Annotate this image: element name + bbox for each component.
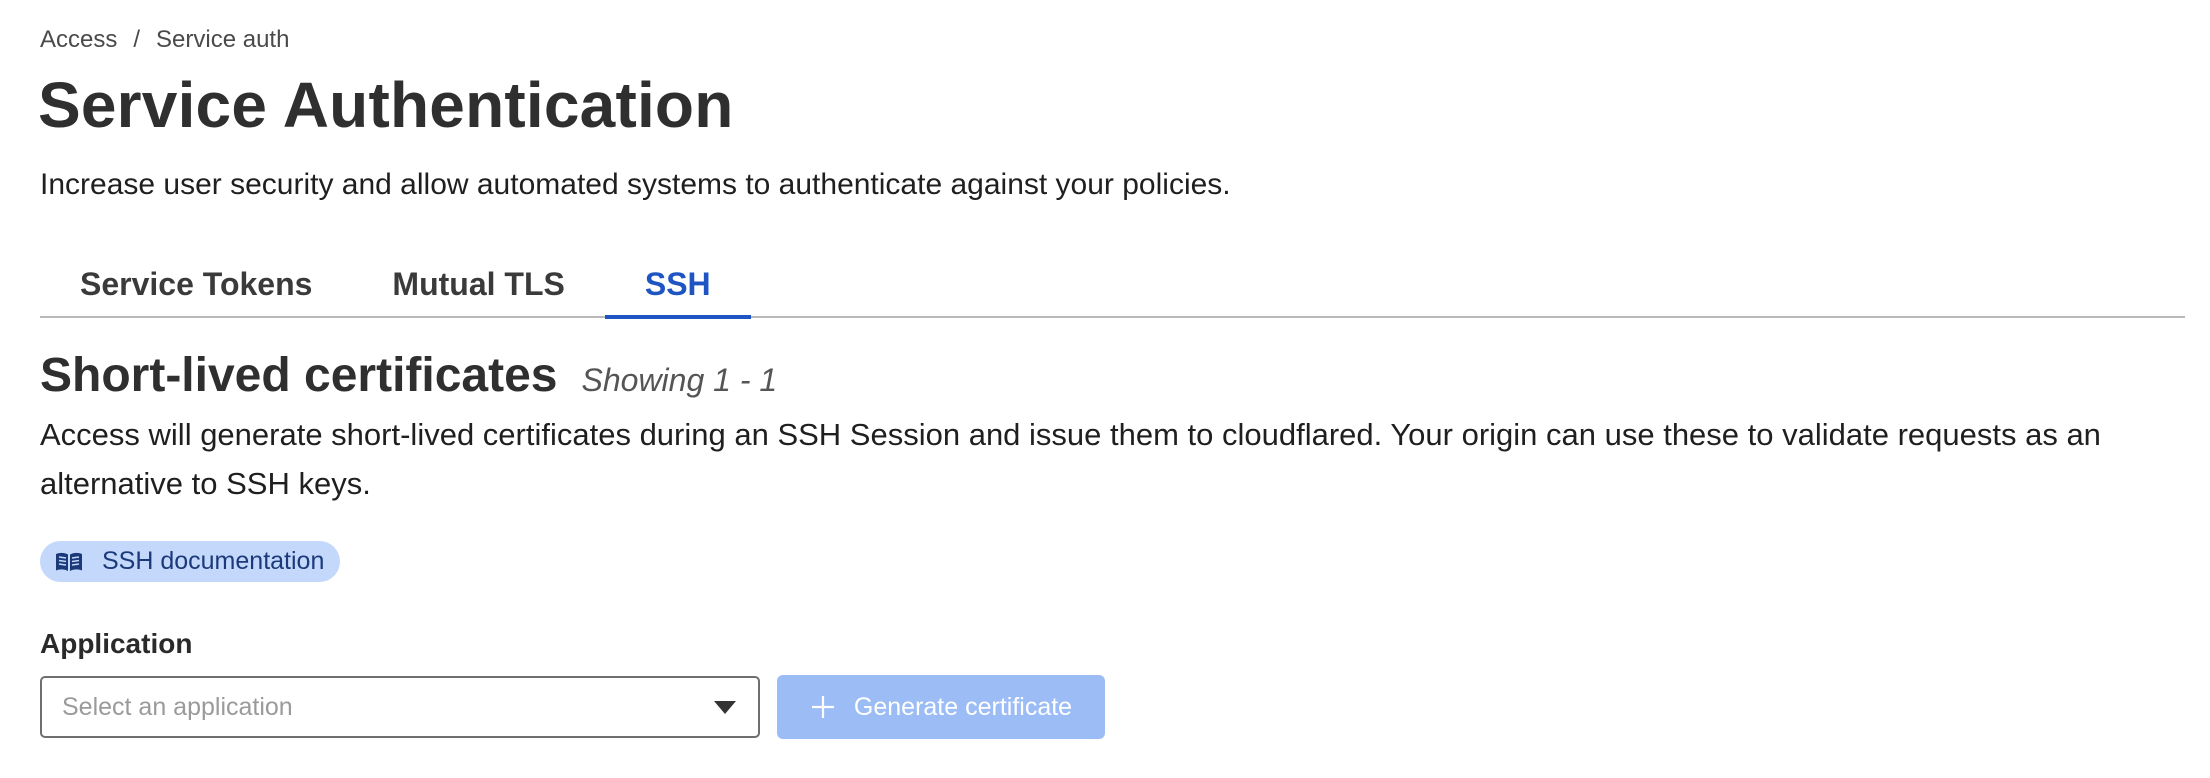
ssh-documentation-label: SSH documentation xyxy=(102,547,325,575)
tab-service-tokens[interactable]: Service Tokens xyxy=(40,252,352,316)
application-select[interactable]: Select an application xyxy=(40,676,760,738)
breadcrumb-separator: / xyxy=(133,26,141,53)
page-subtitle: Increase user security and allow automat… xyxy=(40,168,1231,201)
breadcrumb-current: Service auth xyxy=(156,26,290,53)
chevron-down-icon xyxy=(714,700,736,714)
page-container: Access / Service auth Service Authentica… xyxy=(38,0,2185,778)
generate-certificate-button[interactable]: Generate certificate xyxy=(777,675,1105,739)
generate-certificate-label: Generate certificate xyxy=(853,692,1073,721)
section-title: Short-lived certificates xyxy=(40,349,558,402)
result-count: Showing 1 - 1 xyxy=(581,362,778,398)
tab-ssh[interactable]: SSH xyxy=(604,252,751,319)
breadcrumb: Access / Service auth xyxy=(40,26,289,54)
plus-icon xyxy=(810,694,836,720)
book-icon xyxy=(54,551,84,573)
application-field-label: Application xyxy=(40,628,193,659)
ssh-documentation-link[interactable]: SSH documentation xyxy=(40,541,341,582)
application-select-placeholder: Select an application xyxy=(62,692,293,721)
section-header: Short-lived certificates Showing 1 - 1 xyxy=(40,348,777,403)
tab-mutual-tls[interactable]: Mutual TLS xyxy=(352,252,604,316)
page-title: Service Authentication xyxy=(38,69,734,141)
tab-bar: Service Tokens Mutual TLS SSH xyxy=(40,252,2185,319)
section-description: Access will generate short-lived certifi… xyxy=(40,417,2101,501)
breadcrumb-link-access[interactable]: Access xyxy=(40,26,117,54)
